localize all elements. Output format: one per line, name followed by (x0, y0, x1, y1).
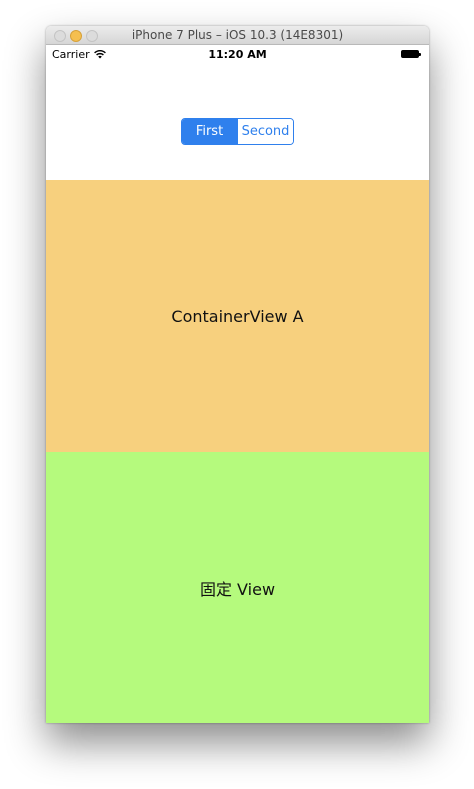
status-bar: Carrier 11:20 AM (46, 45, 429, 65)
battery-icon (401, 50, 421, 58)
simulator-window: iPhone 7 Plus – iOS 10.3 (14E8301) Carri… (46, 26, 429, 723)
segment-second[interactable]: Second (237, 119, 293, 144)
container-view-a-label: ContainerView A (171, 306, 304, 326)
window-title: iPhone 7 Plus – iOS 10.3 (14E8301) (131, 28, 344, 42)
simulator-stage: iPhone 7 Plus – iOS 10.3 (14E8301) Carri… (0, 0, 474, 789)
container-view-a: ContainerView A (46, 180, 429, 452)
window-titlebar[interactable]: iPhone 7 Plus – iOS 10.3 (14E8301) (46, 26, 429, 45)
status-time: 11:20 AM (208, 48, 267, 61)
fixed-view-label: 固定 View (199, 579, 276, 599)
segment-first[interactable]: First (182, 119, 237, 144)
device-screen: Carrier 11:20 AM First Second ContainerV… (46, 45, 429, 723)
segmented-control: First Second (181, 118, 294, 145)
fixed-view: 固定 View (46, 452, 429, 723)
